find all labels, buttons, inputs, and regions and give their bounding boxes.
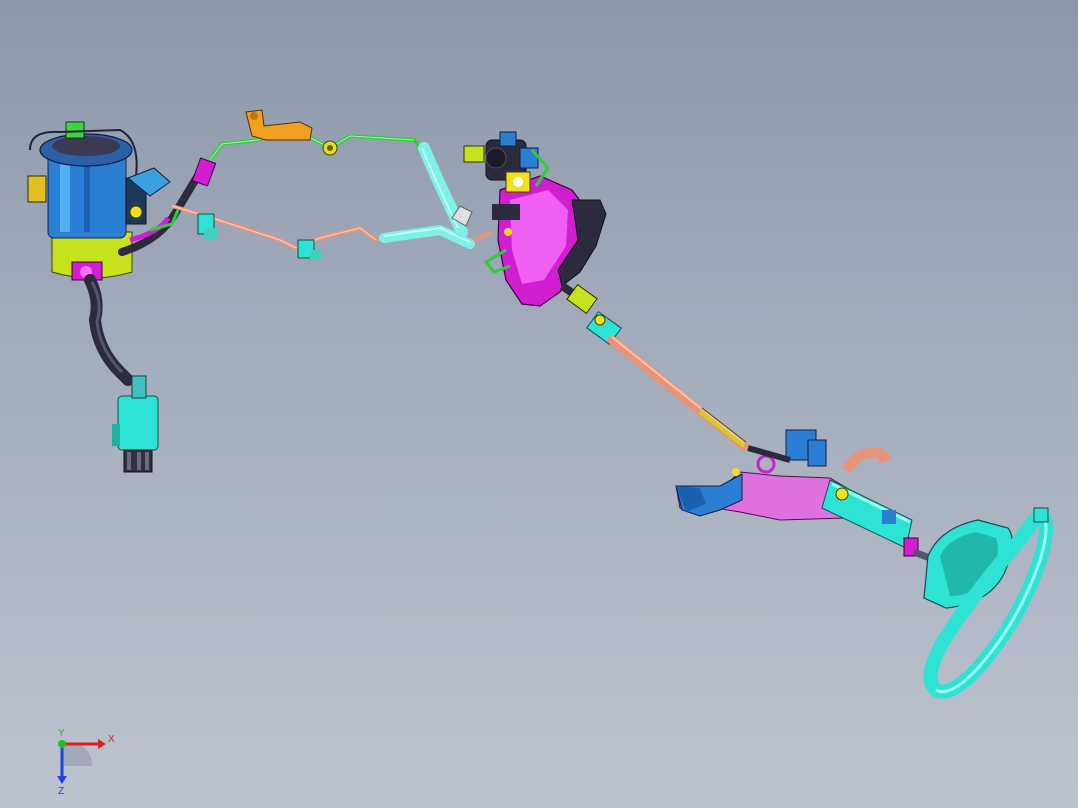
- cad-model-view[interactable]: [0, 0, 1078, 808]
- y-axis-label: Y: [58, 728, 65, 739]
- fuel-pump-module-icon[interactable]: [27, 121, 171, 281]
- z-axis-label: Z: [58, 786, 64, 796]
- steering-column-icon[interactable]: [821, 479, 942, 566]
- x-axis-label: X: [108, 734, 115, 745]
- cad-viewport[interactable]: X Y Z: [0, 0, 1078, 808]
- intermediate-shaft-icon[interactable]: [559, 282, 749, 451]
- brake-line-icon[interactable]: [171, 142, 493, 260]
- steering-wheel-icon[interactable]: [923, 507, 1053, 699]
- y-axis-dot: [58, 740, 66, 748]
- fuel-filter-icon[interactable]: [84, 274, 159, 473]
- steering-gear-icon[interactable]: [463, 131, 607, 307]
- axis-triad: X Y Z: [57, 728, 115, 796]
